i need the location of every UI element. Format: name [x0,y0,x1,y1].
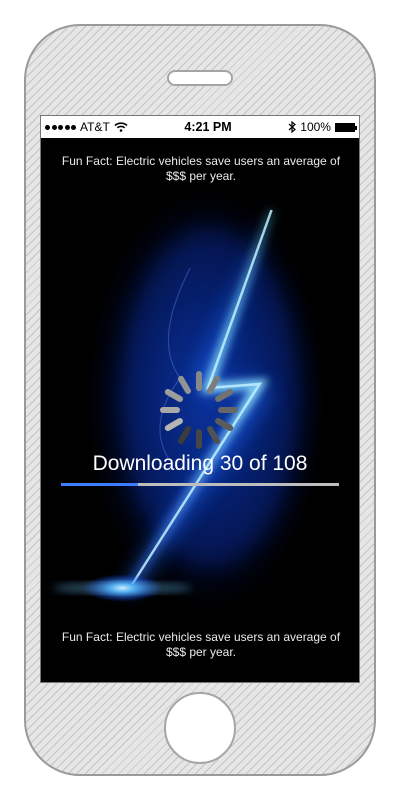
status-bar: AT&T 4:21 PM 100% [41,116,359,138]
speaker-slot [167,70,233,86]
download-progress-fill [61,483,139,486]
bluetooth-icon [288,121,297,133]
wifi-icon [114,122,128,132]
spinner-spoke [164,389,183,402]
splash-content: Fun Fact: Electric vehicles save users a… [41,138,359,682]
battery-percent: 100% [300,120,331,134]
fun-fact-bottom: Fun Fact: Electric vehicles save users a… [61,630,341,659]
download-progress-label: Downloading 30 of 108 [92,452,308,475]
download-progress-bar [61,483,339,486]
spinner-icon [160,371,238,449]
fun-fact-top: Fun Fact: Electric vehicles save users a… [61,154,341,183]
spinner-spoke [215,389,234,402]
battery-icon [334,122,357,132]
carrier-label: AT&T [80,120,110,134]
spinner-spoke [207,375,220,394]
home-button[interactable] [164,692,236,764]
spinner-spoke [178,426,191,445]
signal-icon [45,124,76,130]
spinner-spoke [164,418,183,431]
spinner-spoke [207,426,220,445]
spinner-spoke [178,375,191,394]
spinner-spoke [215,418,234,431]
phone-screen: AT&T 4:21 PM 100% Fun Fact: Electric veh… [40,115,360,683]
status-time: 4:21 PM [184,120,232,134]
